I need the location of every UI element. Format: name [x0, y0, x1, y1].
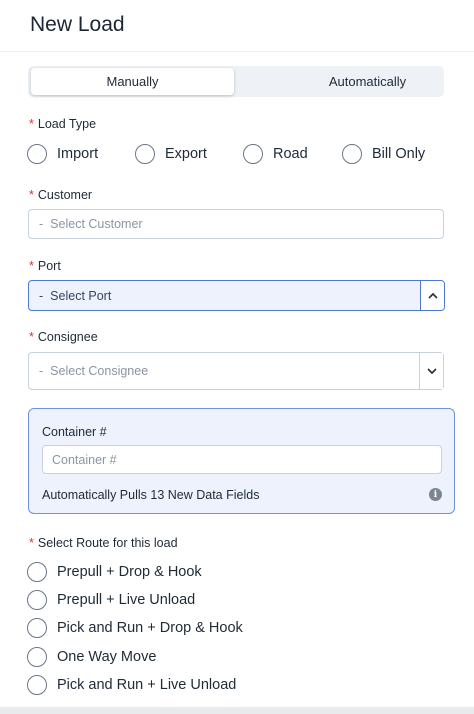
- load-type-label: * Load Type: [29, 117, 96, 131]
- radio-circle-icon[interactable]: [27, 675, 47, 695]
- port-label-text: Port: [37, 259, 61, 273]
- radio-circle-icon[interactable]: [27, 562, 47, 582]
- consignee-label-text: Consignee: [37, 330, 98, 344]
- radio-label: One Way Move: [57, 649, 157, 665]
- port-label: * Port: [29, 259, 61, 273]
- radio-circle-icon[interactable]: [27, 144, 47, 164]
- chevron-down-icon: [426, 367, 437, 374]
- consignee-select[interactable]: - Select Consignee: [28, 352, 444, 390]
- required-asterisk: *: [29, 259, 34, 273]
- select-dash: -: [39, 364, 44, 378]
- required-asterisk: *: [29, 536, 34, 550]
- radio-circle-icon[interactable]: [243, 144, 263, 164]
- load-type-label-text: Load Type: [37, 117, 97, 131]
- chevron-up-icon: [427, 292, 438, 299]
- container-number-panel: Container # Automatically Pulls 13 New D…: [28, 408, 455, 514]
- required-asterisk: *: [29, 188, 34, 202]
- radio-label: Export: [165, 146, 207, 162]
- radio-circle-icon[interactable]: [135, 144, 155, 164]
- tab-automatically[interactable]: Automatically: [264, 68, 471, 95]
- radio-route-pick-run-drop-hook[interactable]: Pick and Run + Drop & Hook: [27, 618, 243, 638]
- radio-route-pick-run-live-unload[interactable]: Pick and Run + Live Unload: [27, 675, 236, 695]
- radio-label: Pick and Run + Live Unload: [57, 677, 237, 693]
- radio-label: Road: [273, 146, 308, 162]
- port-select-placeholder: Select Port: [50, 288, 112, 303]
- mode-segmented-control: Manually Automatically: [28, 66, 444, 97]
- container-number-label: Container #: [42, 425, 107, 439]
- consignee-dropdown-toggle[interactable]: [419, 353, 443, 389]
- radio-label: Pick and Run + Drop & Hook: [57, 620, 243, 636]
- required-asterisk: *: [29, 117, 34, 131]
- info-icon[interactable]: i: [429, 488, 442, 501]
- auto-pull-note: Automatically Pulls 13 New Data Fields: [42, 488, 260, 502]
- page-header: New Load: [0, 0, 474, 52]
- port-select[interactable]: - Select Port: [28, 280, 445, 311]
- select-dash: -: [39, 217, 44, 231]
- radio-bill-only[interactable]: Bill Only: [342, 144, 425, 164]
- radio-label: Prepull + Live Unload: [57, 592, 196, 608]
- radio-circle-icon[interactable]: [27, 590, 47, 610]
- port-dropdown-toggle[interactable]: [420, 281, 444, 310]
- required-asterisk: *: [29, 330, 34, 344]
- radio-export[interactable]: Export: [135, 144, 207, 164]
- bottom-scroll-edge: [0, 707, 474, 714]
- radio-route-prepull-drop-hook[interactable]: Prepull + Drop & Hook: [27, 562, 202, 582]
- radio-route-prepull-live-unload[interactable]: Prepull + Live Unload: [27, 590, 195, 610]
- route-label-text: Select Route for this load: [37, 536, 178, 550]
- radio-road[interactable]: Road: [243, 144, 308, 164]
- customer-label: * Customer: [29, 188, 92, 202]
- radio-circle-icon[interactable]: [27, 647, 47, 667]
- radio-label: Bill Only: [372, 146, 426, 162]
- route-label: * Select Route for this load: [29, 536, 178, 550]
- radio-import[interactable]: Import: [27, 144, 98, 164]
- radio-label: Import: [57, 146, 99, 162]
- radio-circle-icon[interactable]: [342, 144, 362, 164]
- page-title: New Load: [30, 13, 125, 36]
- radio-route-one-way-move[interactable]: One Way Move: [27, 647, 156, 667]
- consignee-select-placeholder: Select Consignee: [50, 364, 149, 378]
- select-dash: -: [39, 288, 44, 303]
- consignee-label: * Consignee: [29, 330, 98, 344]
- radio-label: Prepull + Drop & Hook: [57, 564, 202, 580]
- container-number-input[interactable]: [42, 445, 442, 474]
- radio-circle-icon[interactable]: [27, 618, 47, 638]
- customer-select[interactable]: - Select Customer: [28, 209, 444, 239]
- customer-label-text: Customer: [37, 188, 93, 202]
- tab-manually[interactable]: Manually: [31, 68, 234, 95]
- customer-select-placeholder: Select Customer: [50, 217, 143, 231]
